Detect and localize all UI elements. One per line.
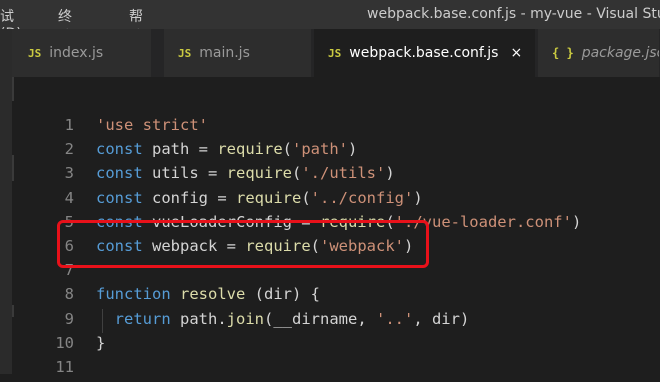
line-code: function resolve (dir) { <box>96 285 320 303</box>
code-line: 3 const utils = require('./utils') <box>12 164 660 188</box>
code-token: const <box>96 140 143 159</box>
code-token: path. <box>170 309 227 328</box>
line-number: 10 <box>55 333 74 352</box>
close-icon[interactable]: × <box>510 45 522 61</box>
code-token: resolve <box>180 285 246 304</box>
code-token: ) <box>348 140 358 159</box>
line-code: 'use strict' <box>96 116 208 134</box>
code-token: '../config' <box>310 188 414 207</box>
code-line: 8 function resolve (dir) { <box>12 285 660 309</box>
code-token: } <box>96 333 106 352</box>
line-number: 4 <box>64 188 74 207</box>
line-number: 11 <box>55 358 74 376</box>
annotation-highlight-box <box>57 220 429 268</box>
code-token: ( <box>292 164 302 183</box>
code-token: '..' <box>375 309 414 328</box>
code-token: function <box>96 285 171 304</box>
code-line: 10} <box>12 334 660 358</box>
tab-label: index.js <box>49 45 104 61</box>
code-token: ) <box>413 188 423 207</box>
window-title: webpack.base.conf.js - my-vue - Visual S… <box>367 6 660 22</box>
code-token: ( <box>301 188 311 207</box>
line-code: const utils = require('./utils') <box>96 164 395 182</box>
tab-package-json[interactable]: { } package.json <box>538 29 660 77</box>
code-token: require <box>217 140 283 159</box>
code-token: ) <box>571 212 582 231</box>
code-token: config = <box>142 188 236 207</box>
code-line: 2 const path = require('path') <box>12 140 660 164</box>
code-token: utils = <box>142 164 227 183</box>
code-token: require <box>226 164 292 183</box>
code-token: (__dirname, <box>264 309 376 328</box>
code-token: const <box>96 188 143 207</box>
tab-label: main.js <box>199 45 250 61</box>
editor-tabs: JS index.js JS main.js JS webpack.base.c… <box>12 29 660 77</box>
tab-label: webpack.base.conf.js <box>349 45 499 61</box>
tab-index-js[interactable]: JS index.js <box>12 29 152 77</box>
gutter-mark <box>12 77 14 101</box>
code-line: 1 'use strict' <box>12 116 660 140</box>
js-file-icon: JS <box>178 46 192 60</box>
json-file-icon: { } <box>552 46 574 60</box>
code-token: require <box>236 188 302 207</box>
line-number: 3 <box>64 164 74 183</box>
code-token: , dir) <box>413 309 470 328</box>
tab-label: package.json <box>581 45 659 61</box>
code-line: 9 return path.join(__dirname, '..', dir) <box>12 310 660 334</box>
line-code: const config = require('../config') <box>96 189 423 207</box>
title-bar: 试(D) 终端(T) 帮助(H) webpack.base.conf.js - … <box>0 0 660 62</box>
line-code: } <box>96 334 105 352</box>
line-number: 1 <box>64 116 74 134</box>
code-token: ) <box>385 164 395 183</box>
line-number: 2 <box>64 140 74 159</box>
code-token: path = <box>142 140 218 159</box>
code-token: ( <box>282 140 292 159</box>
code-token: const <box>96 164 143 183</box>
code-token: 'path' <box>292 140 348 159</box>
line-number: 9 <box>64 309 74 328</box>
code-line: 11 <box>12 358 660 382</box>
js-file-icon: JS <box>28 46 42 60</box>
line-code: return path.join(__dirname, '..', dir) <box>96 309 470 328</box>
code-token: join <box>226 309 264 328</box>
code-token: (dir) { <box>245 285 320 304</box>
line-number: 8 <box>64 285 74 304</box>
code-token: return <box>114 309 171 328</box>
code-line: 4 const config = require('../config') <box>12 189 660 213</box>
code-token: './utils' <box>301 164 386 183</box>
js-file-icon: JS <box>328 46 342 60</box>
tab-webpack-base-conf-js[interactable]: JS webpack.base.conf.js × <box>314 29 536 77</box>
code-token: 'use strict' <box>96 116 208 134</box>
tab-main-js[interactable]: JS main.js <box>164 29 312 77</box>
activity-bar <box>0 29 12 374</box>
line-code: const path = require('path') <box>96 140 357 158</box>
